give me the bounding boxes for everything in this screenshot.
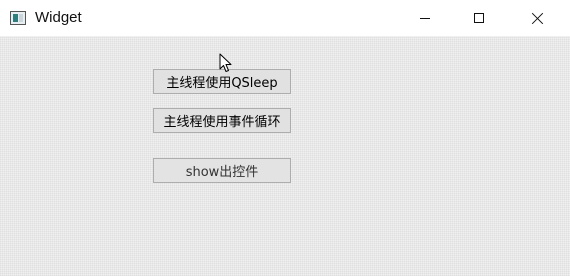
window-title: Widget — [35, 9, 82, 26]
title-bar[interactable]: Widget — [0, 0, 570, 37]
close-button[interactable] — [514, 0, 560, 36]
mouse-pointer-icon — [219, 53, 232, 72]
show-widget-button[interactable]: show出控件 — [153, 158, 291, 183]
maximize-icon — [474, 13, 484, 23]
minimize-button[interactable] — [402, 0, 448, 36]
widget-window: Widget 主线程使用QSleep 主线程使用事件循环 show出控件 — [0, 0, 570, 276]
minimize-icon — [420, 17, 430, 19]
maximize-button[interactable] — [456, 0, 502, 36]
main-thread-event-loop-button[interactable]: 主线程使用事件循环 — [153, 108, 291, 133]
close-icon — [531, 12, 544, 25]
app-icon[interactable] — [10, 11, 26, 25]
